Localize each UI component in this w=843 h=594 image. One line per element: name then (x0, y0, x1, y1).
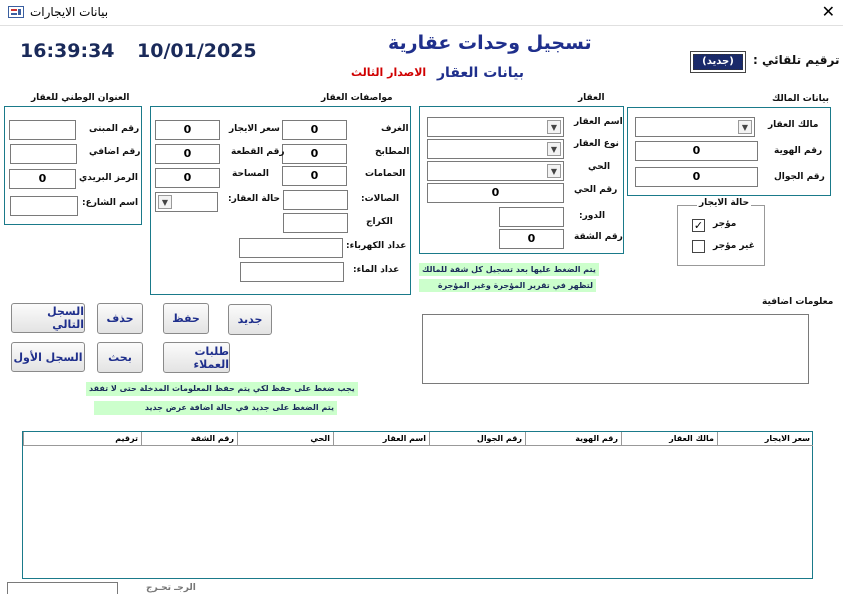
street-field[interactable] (10, 196, 78, 216)
postal-field[interactable]: 0 (9, 169, 76, 189)
list-header: مالك العقار (621, 432, 717, 446)
record-navigator-field[interactable] (7, 582, 118, 594)
extra-info-label: معلومات اضافية (762, 297, 834, 307)
page-subtitle: بيانات العقار (437, 65, 525, 81)
water-meter-field[interactable] (240, 262, 344, 282)
rented-checkbox[interactable]: ✓ (692, 219, 705, 232)
window-title: بيانات الايجارات (30, 5, 109, 19)
street-label: اسم الشارع: (82, 198, 139, 208)
title-bar: بيانات الايجارات (0, 0, 843, 26)
electric-meter-label: عداد الكهرباء: (346, 241, 407, 251)
area-field[interactable]: 0 (155, 168, 220, 188)
extra-info-field[interactable] (422, 314, 809, 384)
chevron-down-icon[interactable]: ▼ (547, 142, 561, 156)
address-group-title: العنوان الوطني للعقار (31, 93, 130, 103)
clock-time: 16:39:34 (20, 40, 115, 62)
list-header: الحي (237, 432, 333, 446)
electric-meter-field[interactable] (239, 238, 343, 258)
water-meter-label: عداد الماء: (353, 265, 400, 275)
floor-label: الدور: (579, 211, 606, 221)
rent-price-label: سعر الايجار (229, 124, 280, 134)
delete-button[interactable]: حذف (97, 303, 143, 334)
rent-price-field[interactable]: 0 (155, 120, 220, 140)
list-header: سعر الايجار (717, 432, 813, 446)
mobile-label: رقم الجوال (774, 172, 825, 182)
close-button[interactable]: ✕ (822, 2, 835, 22)
property-type-combo[interactable]: ▼ (427, 139, 564, 159)
mobile-field[interactable]: 0 (635, 167, 758, 187)
garage-field[interactable] (283, 213, 348, 233)
rent-status-title: حالة الايجار (697, 198, 752, 208)
property-name-label: اسم العقار (574, 117, 623, 127)
property-type-label: نوع العقار (574, 139, 619, 149)
building-field[interactable] (9, 120, 76, 140)
new-note: يتم الضغط على جديد في حالة اضافة عرض جدي… (94, 401, 337, 415)
apartment-field[interactable]: 0 (499, 229, 564, 249)
district-label: الحي (588, 162, 611, 172)
save-button[interactable]: حفظ (163, 303, 209, 334)
kitchens-label: المطابخ (375, 147, 410, 157)
page-title: تسجيل وحدات عقارية (388, 32, 592, 54)
id-label: رقم الهوية (774, 146, 823, 156)
garage-label: الكراج (366, 217, 393, 227)
postal-label: الرمز البريدي (79, 173, 138, 183)
chevron-down-icon[interactable]: ▼ (158, 195, 172, 209)
chevron-down-icon[interactable]: ▼ (547, 120, 561, 134)
id-field[interactable]: 0 (635, 141, 758, 161)
record-navigator-label: الرجـ تحـرج (146, 583, 196, 593)
version-label: الاصدار الثالث (351, 66, 427, 79)
client-requests-button[interactable]: طلبات العملاء (163, 342, 230, 373)
chevron-down-icon[interactable]: ▼ (738, 120, 752, 134)
baths-field[interactable]: 0 (282, 166, 347, 186)
first-record-button[interactable]: السجل الأول (11, 342, 85, 372)
serial-field[interactable]: (جديد) (690, 51, 746, 73)
not-rented-checkbox[interactable] (692, 240, 705, 253)
owner-group-title: بيانات المالك (772, 94, 830, 104)
list-header: اسم العقار (333, 432, 429, 446)
rooms-field[interactable]: 0 (282, 120, 347, 140)
extra-number-field[interactable] (10, 144, 77, 164)
owner-note-line1: يتم الضغط عليها بعد تسجيل كل شقة للمالك (419, 263, 599, 276)
floor-field[interactable] (499, 207, 564, 227)
district-no-label: رقم الحي (574, 185, 618, 195)
district-combo[interactable]: ▼ (427, 161, 564, 181)
plot-label: رقم القطعة (231, 147, 285, 157)
save-note: يجب ضغط على حفظ لكي يتم حفظ المعلومات ال… (86, 382, 358, 396)
property-group-title: العقار (578, 93, 605, 103)
district-no-field[interactable]: 0 (427, 183, 564, 203)
list-header: رقم الهوية (525, 432, 621, 446)
serial-label: ترقيم تلقائي : (753, 53, 840, 67)
baths-label: الحمامات (365, 169, 406, 179)
building-label: رقم المبنى (89, 124, 140, 134)
not-rented-label: غير مؤجر (713, 241, 755, 251)
owner-note-line2: لتظهر في تقرير المؤجرة وغير المؤجرة (419, 279, 596, 292)
rent-status-group (677, 205, 765, 266)
serial-value: (جديد) (693, 54, 743, 70)
condition-combo[interactable]: ▼ (155, 192, 218, 212)
halls-field[interactable] (283, 190, 348, 210)
next-record-button[interactable]: السجل التالي (11, 303, 85, 333)
specs-group-title: مواصفات العقار (321, 93, 393, 103)
search-button[interactable]: بحث (97, 342, 143, 373)
rooms-label: الغرف (381, 124, 409, 134)
rented-label: مؤجر (713, 219, 737, 229)
owner-combo[interactable]: ▼ (635, 117, 755, 137)
kitchens-field[interactable]: 0 (282, 144, 347, 164)
halls-label: الصالات: (361, 194, 400, 204)
chevron-down-icon[interactable]: ▼ (547, 164, 561, 178)
records-list[interactable]: سعر الايجار مالك العقار رقم الهوية رقم ا… (22, 431, 813, 579)
apartment-label: رقم الشقة (574, 232, 623, 242)
list-header: رقم الشقة (141, 432, 237, 446)
condition-label: حالة العقار: (228, 194, 281, 204)
owner-label: مالك العقار (768, 120, 819, 130)
list-header: رقم الجوال (429, 432, 525, 446)
form-icon (8, 6, 24, 18)
current-date: 10/01/2025 (137, 40, 257, 62)
new-button[interactable]: جديد (228, 304, 272, 335)
plot-field[interactable]: 0 (155, 144, 220, 164)
property-name-combo[interactable]: ▼ (427, 117, 564, 137)
extra-number-label: رقم اضافي (89, 147, 141, 157)
list-header: ترقيم (23, 432, 141, 446)
area-label: المساحة (232, 169, 269, 179)
